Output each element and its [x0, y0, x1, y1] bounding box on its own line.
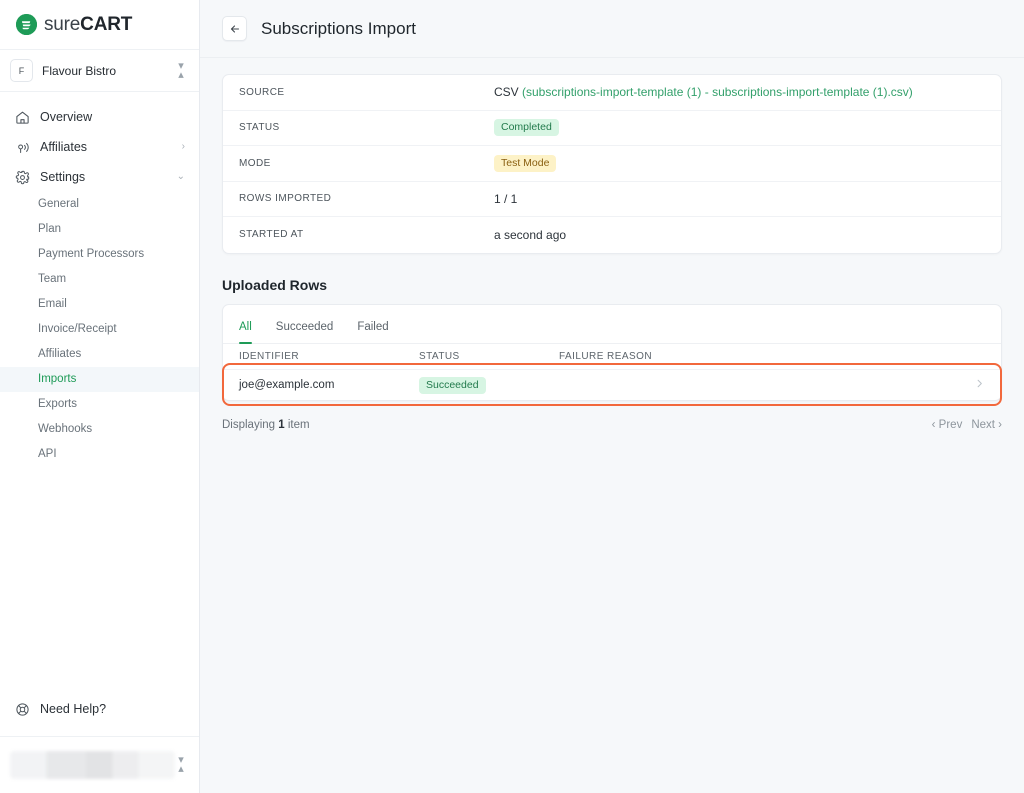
sidebar-subitem-general[interactable]: General [0, 192, 199, 217]
uploaded-rows-card: All Succeeded Failed IDENTIFIER STATUS F… [222, 304, 1002, 401]
detail-row-started-at: STARTED AT a second ago [223, 217, 1001, 253]
store-avatar: F [10, 59, 33, 82]
sidebar-subitem-affiliates[interactable]: Affiliates [0, 342, 199, 367]
pagination-controls: ‹ Prev Next › [932, 419, 1002, 431]
store-switcher[interactable]: F Flavour Bistro ▾▴ [0, 50, 199, 92]
pagination-bar: Displaying 1 item ‹ Prev Next › [222, 410, 1002, 440]
detail-label-source: SOURCE [239, 87, 494, 98]
displaying-prefix: Displaying [222, 419, 278, 431]
displaying-suffix: item [285, 419, 310, 431]
need-help-button[interactable]: Need Help? [0, 694, 199, 724]
sidebar-item-overview-label: Overview [40, 110, 185, 124]
chevron-right-icon: › [182, 142, 185, 152]
surecart-logo-icon [16, 14, 37, 35]
brand-name-bold: CART [80, 14, 132, 35]
table-row[interactable]: joe@example.com Succeeded [223, 369, 1001, 400]
app-root: sureCART F Flavour Bistro ▾▴ Overview [0, 0, 1024, 793]
sidebar-item-affiliates-label: Affiliates [40, 140, 182, 154]
sidebar-subitem-payment-processors[interactable]: Payment Processors [0, 242, 199, 267]
detail-label-status: STATUS [239, 122, 494, 133]
page-header: Subscriptions Import [200, 0, 1024, 58]
sidebar-nav: Overview Affiliates › [0, 92, 199, 694]
sidebar-item-overview[interactable]: Overview [0, 102, 199, 132]
source-file-link[interactable]: (subscriptions-import-template (1) - sub… [522, 85, 913, 99]
sidebar-item-affiliates[interactable]: Affiliates › [0, 132, 199, 162]
status-badge: Completed [494, 119, 559, 136]
chevron-down-icon: ⌄ [177, 172, 185, 182]
chevron-up-down-icon-footer: ▾▴ [175, 756, 187, 774]
detail-value-source: CSV (subscriptions-import-template (1) -… [494, 85, 913, 99]
brand-name-light: sure [44, 14, 80, 35]
chevron-right-icon[interactable] [974, 378, 985, 392]
sidebar-subitem-webhooks[interactable]: Webhooks [0, 417, 199, 442]
sidebar-footer-placeholder [10, 751, 175, 779]
cell-identifier: joe@example.com [239, 379, 419, 391]
sidebar-subitem-api[interactable]: API [0, 442, 199, 467]
detail-row-source: SOURCE CSV (subscriptions-import-templat… [223, 75, 1001, 111]
cell-status: Succeeded [419, 375, 559, 394]
table-header: IDENTIFIER STATUS FAILURE REASON [223, 344, 1001, 369]
store-meta: Flavour Bistro [42, 62, 175, 80]
detail-value-rows-imported: 1 / 1 [494, 192, 517, 206]
detail-row-mode: MODE Test Mode [223, 146, 1001, 182]
sidebar-subitem-plan[interactable]: Plan [0, 217, 199, 242]
gear-icon [14, 170, 31, 185]
uploaded-rows-tabs: All Succeeded Failed [223, 305, 1001, 344]
column-header-identifier: IDENTIFIER [239, 351, 419, 362]
chevron-up-down-icon: ▾▴ [175, 62, 187, 80]
sidebar-subitem-exports[interactable]: Exports [0, 392, 199, 417]
detail-row-rows-imported: ROWS IMPORTED 1 / 1 [223, 182, 1001, 218]
mode-badge: Test Mode [494, 155, 556, 172]
sidebar-item-settings-label: Settings [40, 170, 177, 184]
sidebar-footer-switcher[interactable]: ▾▴ [0, 736, 199, 793]
tab-succeeded[interactable]: Succeeded [276, 321, 334, 343]
detail-value-started-at: a second ago [494, 228, 566, 242]
brand-name: sureCART [44, 14, 132, 36]
sidebar-subitem-email[interactable]: Email [0, 292, 199, 317]
back-button[interactable] [222, 16, 247, 41]
sidebar-subitem-team[interactable]: Team [0, 267, 199, 292]
column-header-failure-reason: FAILURE REASON [559, 351, 985, 362]
next-page-button[interactable]: Next › [971, 419, 1002, 431]
sidebar-subitem-imports[interactable]: Imports [0, 367, 199, 392]
displaying-count-text: Displaying 1 item [222, 419, 932, 431]
uploaded-rows-title: Uploaded Rows [222, 277, 1002, 293]
tab-all[interactable]: All [239, 321, 252, 343]
sidebar-item-settings[interactable]: Settings ⌄ [0, 162, 199, 192]
main-content: Subscriptions Import SOURCE CSV (subscri… [200, 0, 1024, 793]
detail-label-rows-imported: ROWS IMPORTED [239, 193, 494, 204]
detail-label-started-at: STARTED AT [239, 229, 494, 240]
store-name: Flavour Bistro [42, 64, 116, 78]
row-status-badge: Succeeded [419, 377, 486, 394]
import-details-card: SOURCE CSV (subscriptions-import-templat… [222, 74, 1002, 254]
settings-submenu: General Plan Payment Processors Team Ema… [0, 192, 199, 467]
sidebar-subitem-invoice-receipt[interactable]: Invoice/Receipt [0, 317, 199, 342]
need-help-label: Need Help? [40, 702, 106, 716]
column-header-status: STATUS [419, 351, 559, 362]
table-body: joe@example.com Succeeded [223, 369, 1001, 400]
prev-page-button[interactable]: ‹ Prev [932, 419, 963, 431]
detail-label-mode: MODE [239, 158, 494, 169]
lifebuoy-icon [14, 702, 31, 717]
content-area: SOURCE CSV (subscriptions-import-templat… [200, 58, 1024, 440]
affiliates-icon [14, 140, 31, 155]
brand-logo[interactable]: sureCART [0, 0, 199, 50]
page-title: Subscriptions Import [261, 19, 416, 39]
source-prefix: CSV [494, 85, 522, 99]
tab-failed[interactable]: Failed [357, 321, 388, 343]
home-icon [14, 110, 31, 125]
detail-row-status: STATUS Completed [223, 111, 1001, 147]
sidebar: sureCART F Flavour Bistro ▾▴ Overview [0, 0, 200, 793]
